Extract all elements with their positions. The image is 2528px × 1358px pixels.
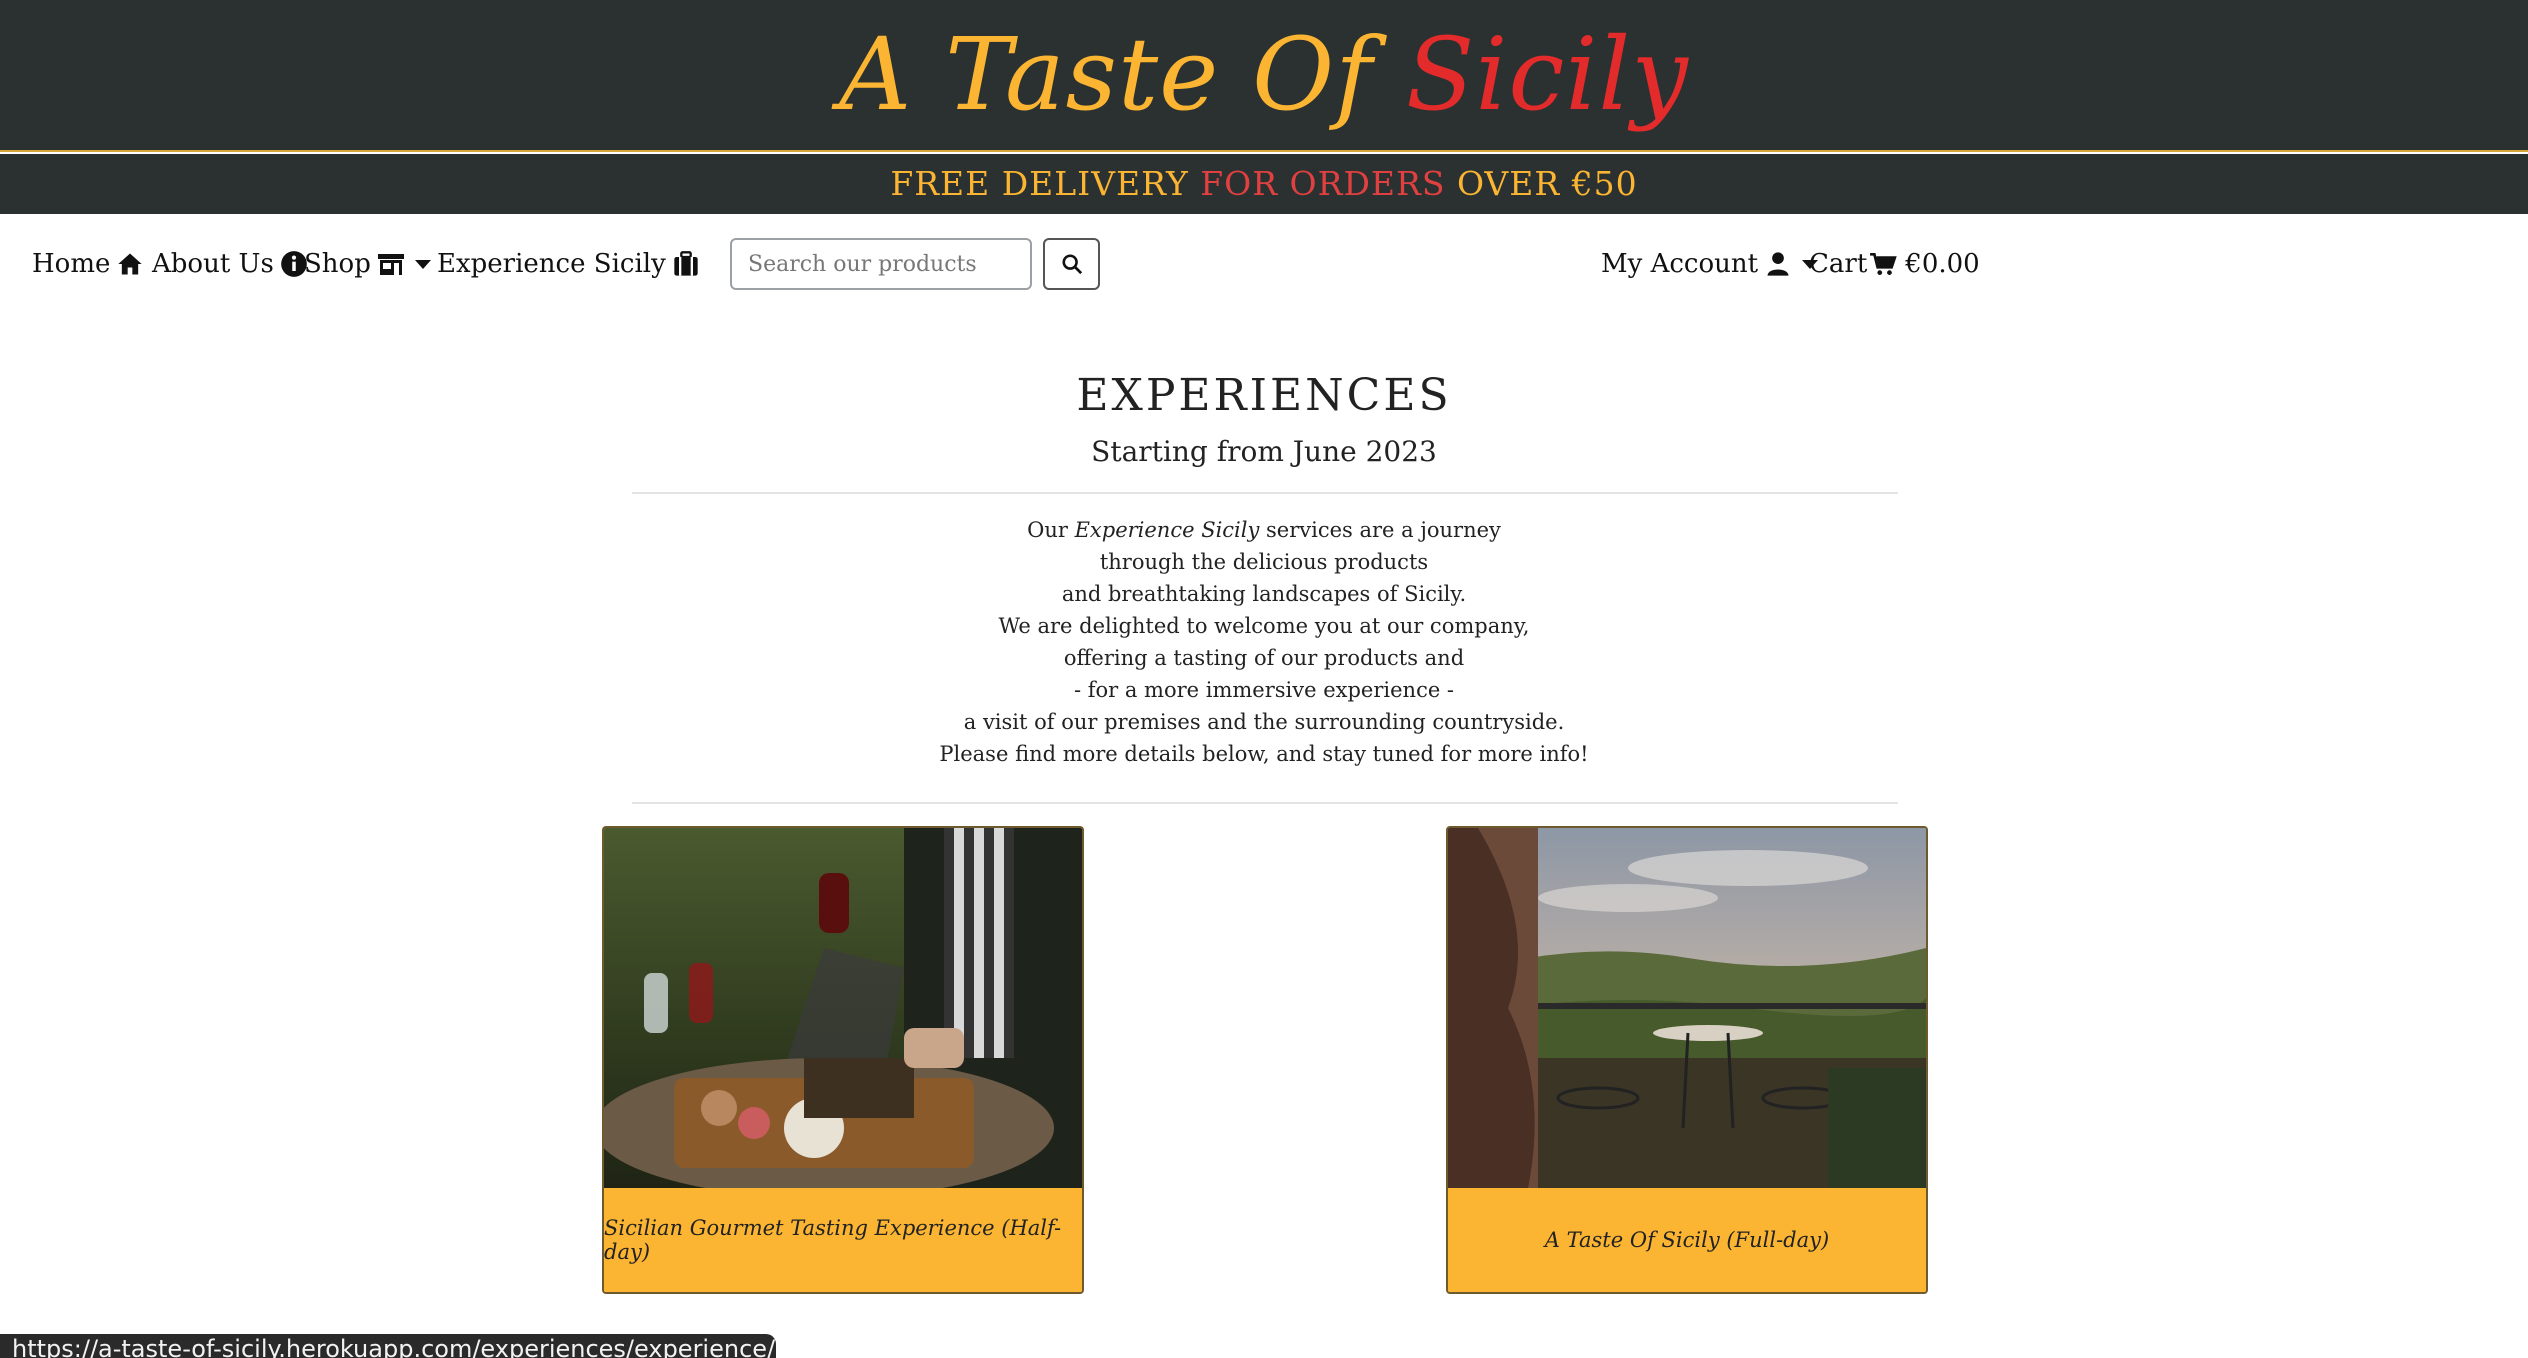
nav-about-label: About Us: [152, 249, 274, 279]
logo-text-part2[interactable]: Sicily: [1406, 16, 1689, 133]
tasting-photo: [604, 828, 1082, 1188]
intro-text-fragment: Our: [1027, 518, 1075, 542]
intro-line: offering a tasting of our products and: [1063, 646, 1465, 670]
search-input[interactable]: [730, 238, 1032, 290]
experience-image[interactable]: [604, 828, 1082, 1188]
nav-shop-label: Shop: [304, 249, 371, 279]
divider: [632, 492, 1898, 494]
nav-cart[interactable]: Cart €0.00: [1809, 244, 1980, 284]
intro-emphasis: Experience Sicily: [1074, 518, 1260, 542]
experience-card-half-day[interactable]: Sicilian Gourmet Tasting Experience (Hal…: [602, 826, 1084, 1294]
delivery-text-2: FOR ORDERS: [1200, 164, 1446, 203]
store-icon: [377, 254, 404, 275]
intro-text: Our Experience Sicily services are a jou…: [764, 514, 1764, 770]
intro-line: and breathtaking landscapes of Sicily.: [1061, 582, 1467, 606]
delivery-text-3: OVER €50: [1445, 164, 1638, 203]
cart-total: €0.00: [1905, 249, 1980, 279]
nav-experience[interactable]: Experience Sicily: [437, 244, 700, 284]
nav-cart-label: Cart: [1809, 249, 1868, 279]
home-icon: [118, 253, 143, 275]
experience-image[interactable]: [1448, 828, 1926, 1188]
intro-line: through the delicious products: [1099, 550, 1429, 574]
experience-title[interactable]: A Taste Of Sicily (Full-day): [1448, 1188, 1926, 1292]
nav-shop[interactable]: Shop: [304, 244, 431, 284]
countryside-terrace-photo: [1448, 828, 1926, 1188]
nav-experience-label: Experience Sicily: [437, 249, 666, 279]
nav-home-label: Home: [32, 249, 111, 279]
experience-title[interactable]: Sicilian Gourmet Tasting Experience (Hal…: [604, 1188, 1082, 1292]
page-title: EXPERIENCES: [1076, 370, 1452, 421]
delivery-banner: FREE DELIVERY FOR ORDERS OVER €50: [0, 154, 2528, 214]
nav-home[interactable]: Home: [32, 244, 144, 284]
site-header: A Taste Of Sicily: [0, 0, 2528, 152]
main-nav: Home About Us Shop Experience Sicily My …: [0, 214, 2528, 314]
chevron-down-icon: [414, 259, 431, 269]
logo-text-part1[interactable]: A Taste Of: [839, 16, 1406, 133]
intro-line: We are delighted to welcome you at our c…: [998, 614, 1530, 638]
experience-card-full-day[interactable]: A Taste Of Sicily (Full-day): [1446, 826, 1928, 1294]
intro-line: Our Experience Sicily services are a jou…: [764, 514, 1764, 546]
status-bar-url: https://a-taste-of-sicily.herokuapp.com/…: [0, 1334, 776, 1358]
nav-account[interactable]: My Account: [1601, 244, 1819, 284]
divider: [632, 802, 1898, 804]
search-button[interactable]: [1043, 238, 1100, 290]
page-subtitle: Starting from June 2023: [1091, 435, 1437, 468]
nav-account-label: My Account: [1601, 249, 1759, 279]
search-icon: [1061, 254, 1082, 275]
nav-about[interactable]: About Us: [152, 244, 308, 284]
site-logo[interactable]: A Taste Of Sicily: [0, 10, 2528, 140]
intro-line: Please find more details below, and stay…: [939, 742, 1589, 766]
user-icon: [1767, 252, 1789, 276]
delivery-text-1: FREE DELIVERY: [890, 164, 1201, 203]
intro-text-fragment: services are a journey: [1259, 518, 1501, 542]
suitcase-icon: [674, 251, 698, 276]
intro-line: - for a more immersive experience -: [1073, 678, 1455, 702]
intro-line: a visit of our premises and the surround…: [963, 710, 1565, 734]
cart-icon: [1870, 252, 1897, 275]
